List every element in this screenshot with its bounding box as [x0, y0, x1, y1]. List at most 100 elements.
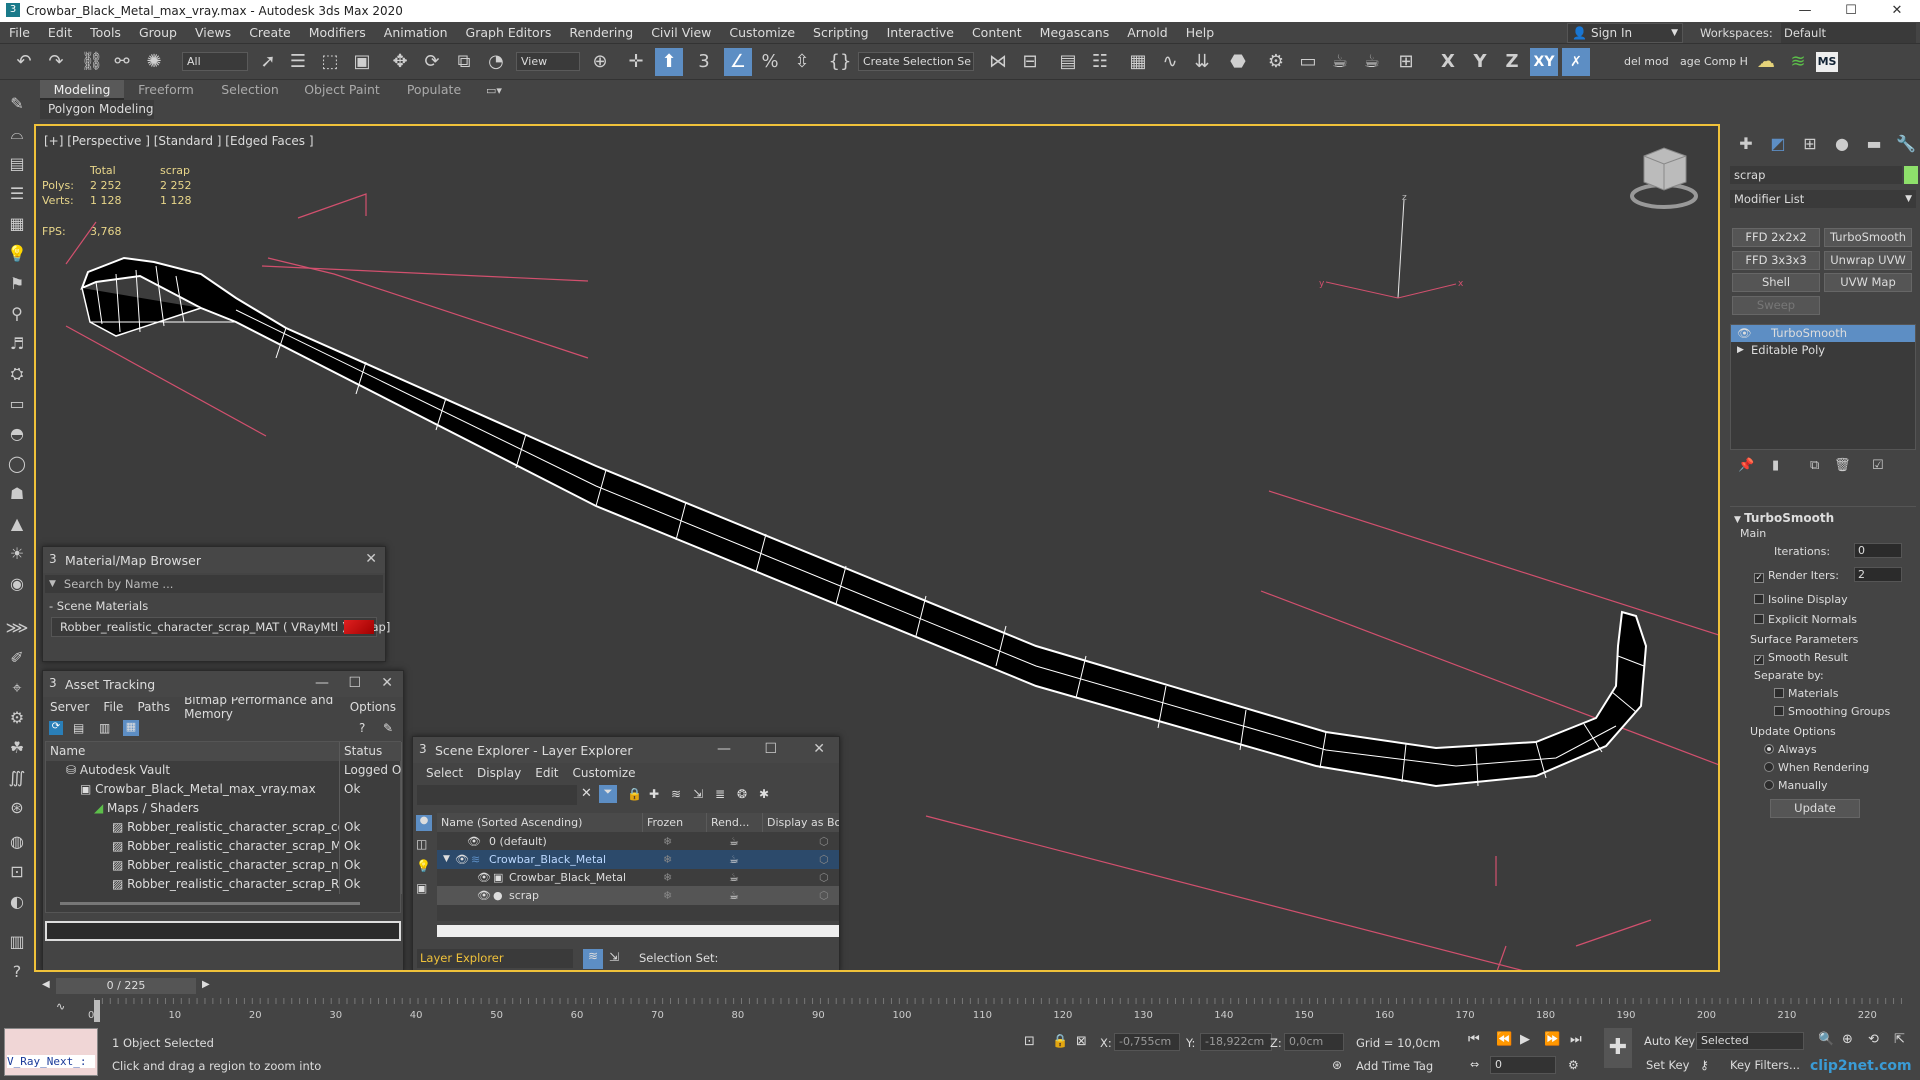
pin-stack-icon[interactable]: 📌 — [1738, 458, 1754, 473]
menu-create[interactable]: Create — [240, 25, 300, 40]
axis-x-button[interactable]: X — [1434, 48, 1462, 76]
absolute-mode-icon[interactable]: ⊠ — [1076, 1034, 1087, 1049]
motion-tab-icon[interactable]: ● — [1830, 134, 1854, 156]
polygon-modeling-panel[interactable]: Polygon Modeling — [40, 100, 154, 119]
menu-arnold[interactable]: Arnold — [1118, 25, 1176, 40]
display-objects-icon[interactable]: ● — [416, 815, 432, 831]
brush-icon[interactable]: ✐ — [5, 646, 29, 670]
freeze-icon[interactable]: ❄ — [663, 832, 672, 851]
table-view-icon[interactable]: ▦ — [123, 720, 139, 736]
freeze-icon[interactable]: ❄ — [663, 850, 672, 869]
layer-explorer-icon[interactable]: ☷ — [1086, 48, 1114, 76]
dome-light-icon[interactable]: ☗ — [5, 482, 29, 506]
maximize-icon[interactable]: ☐ — [348, 675, 361, 691]
auto-key-button[interactable]: Auto Key — [1644, 1034, 1695, 1048]
layers-icon[interactable]: ▦ — [5, 212, 29, 236]
move-icon[interactable]: ✥ — [386, 48, 414, 76]
ribbon-options-icon[interactable]: ▭▾ — [486, 84, 502, 97]
render-teapot-icon[interactable]: ☕ — [729, 886, 739, 905]
render-iterative-icon[interactable]: ☕ — [1358, 48, 1386, 76]
material-browser-titlebar[interactable]: 3 Material/Map Browser ✕ — [43, 547, 385, 573]
axis-y-button[interactable]: Y — [1466, 48, 1494, 76]
display-tab-icon[interactable]: ▬ — [1862, 134, 1886, 156]
menu-modifiers[interactable]: Modifiers — [300, 25, 375, 40]
visibility-eye-icon[interactable]: 👁 — [455, 850, 469, 869]
axis-xy-button[interactable]: XY — [1530, 48, 1558, 76]
sheet-icon[interactable]: ▤ — [5, 152, 29, 176]
display-lights-icon[interactable]: 💡 — [416, 859, 431, 873]
menu-edit[interactable]: Edit — [528, 766, 565, 780]
menu-customize[interactable]: Customize — [720, 25, 804, 40]
sign-in-dropdown[interactable]: 👤 Sign In ▼ — [1567, 23, 1683, 43]
mirror-icon[interactable]: ⋈ — [984, 48, 1012, 76]
expand-icon[interactable]: ▶ — [1737, 342, 1744, 359]
camera-icon[interactable]: ⛭ — [5, 362, 29, 386]
curve-editor-icon[interactable]: ∿ — [1156, 48, 1184, 76]
list-icon[interactable]: ☰ — [5, 182, 29, 206]
menu-views[interactable]: Views — [186, 25, 240, 40]
workspace-dropdown[interactable]: Default — [1781, 23, 1916, 43]
vector-icon[interactable]: ⌖ — [5, 676, 29, 700]
box-icon[interactable]: ▭ — [5, 392, 29, 416]
plant-icon[interactable]: ☘ — [5, 736, 29, 760]
prev-frame-icon[interactable]: ◀ — [42, 979, 50, 990]
stack-item-turbosmooth[interactable]: 👁 TurboSmooth — [1731, 325, 1915, 342]
asset-path-field[interactable] — [45, 921, 401, 941]
update-button[interactable]: Update — [1770, 799, 1860, 818]
column-status[interactable]: Status — [340, 742, 402, 761]
scene-explorer-titlebar[interactable]: 3 Scene Explorer - Layer Explorer — ☐ ✕ — [413, 737, 839, 763]
cloud-icon[interactable]: ☁ — [1752, 48, 1780, 76]
minimize-icon[interactable]: — — [717, 741, 731, 757]
keyboard-shortcut-override-icon[interactable]: ⬆ — [655, 48, 683, 76]
key-filters-button[interactable]: Key Filters... — [1730, 1058, 1800, 1072]
create-tab-icon[interactable]: ✚ — [1734, 134, 1758, 156]
visibility-eye-icon[interactable]: 👁 — [477, 868, 491, 887]
explorer-type-dropdown[interactable]: Layer Explorer — [417, 949, 573, 968]
edit-named-sets-icon[interactable]: {} — [826, 48, 854, 76]
menu-civil-view[interactable]: Civil View — [642, 25, 720, 40]
globe-icon[interactable]: ◍ — [5, 830, 29, 854]
hierarchy-icon[interactable]: ⇲ — [609, 950, 619, 964]
expand-icon[interactable]: ▼ — [443, 850, 450, 869]
window-crossing-icon[interactable]: ▣ — [348, 48, 376, 76]
asset-tracking-titlebar[interactable]: 3 Asset Tracking — ☐ ✕ — [43, 671, 403, 697]
play-icon[interactable]: ▶ — [1520, 1032, 1530, 1047]
smoothing-groups-checkbox[interactable]: Smoothing Groups — [1774, 705, 1890, 718]
modifier-list-dropdown[interactable]: Modifier List ▼ — [1730, 190, 1916, 208]
go-to-end-icon[interactable]: ⏭ — [1570, 1032, 1582, 1047]
percent-snap-icon[interactable]: % — [756, 48, 784, 76]
maxscript-listener[interactable]: V_Ray_Next_: — [4, 1028, 98, 1076]
menu-animation[interactable]: Animation — [375, 25, 457, 40]
utilities-tab-icon[interactable]: 🔧 — [1894, 134, 1918, 156]
select-manipulate-icon[interactable]: ✛ — [622, 48, 650, 76]
render-shortcuts-icon[interactable]: ⊞ — [1392, 48, 1420, 76]
render-icon[interactable]: ⊡ — [5, 860, 29, 884]
layers-stack-icon[interactable]: ≋ — [1784, 48, 1812, 76]
gear-icon[interactable]: ⚙ — [5, 706, 29, 730]
maximize-viewport-icon[interactable]: ⇱ — [1894, 1032, 1905, 1047]
material-editor-icon[interactable]: ⬣ — [1224, 48, 1252, 76]
move-to-layer-icon[interactable]: ⇲ — [693, 787, 703, 801]
key-mode-icon[interactable]: ⇔ — [1470, 1058, 1479, 1071]
menu-content[interactable]: Content — [963, 25, 1031, 40]
column-render[interactable]: Rend... — [707, 813, 763, 832]
scene-search-input[interactable] — [417, 785, 577, 805]
menu-graph-editors[interactable]: Graph Editors — [457, 25, 561, 40]
flag-icon[interactable]: ⚑ — [5, 272, 29, 296]
x-coordinate-field[interactable]: -0,755cm — [1114, 1033, 1180, 1051]
list-item[interactable]: 👁 ● scrap ❄ ☕ ⬡ — [437, 886, 839, 905]
named-selection-set-dropdown[interactable]: Create Selection Se — [858, 52, 974, 71]
when-rendering-radio[interactable]: When Rendering — [1764, 761, 1869, 774]
key-icon[interactable]: ⚷ — [1700, 1058, 1709, 1072]
scene-explorer-icon[interactable]: ▤ — [1054, 48, 1082, 76]
table-row[interactable]: ▨ Robber_realistic_character_scrap_nmap.… — [46, 856, 402, 875]
manually-radio[interactable]: Manually — [1764, 779, 1828, 792]
sync-icon[interactable]: ✱ — [759, 787, 769, 801]
display-cameras-icon[interactable]: ▣ — [416, 881, 427, 895]
render-iters-checkbox[interactable]: ✓ Render Iters: — [1754, 569, 1839, 583]
menu-edit[interactable]: Edit — [39, 25, 81, 40]
unlink-icon[interactable]: ⚯ — [108, 48, 136, 76]
isoline-display-checkbox[interactable]: Isoline Display — [1754, 593, 1848, 606]
column-frozen[interactable]: Frozen — [643, 813, 707, 832]
uvw-map-button[interactable]: UVW Map — [1824, 273, 1912, 292]
